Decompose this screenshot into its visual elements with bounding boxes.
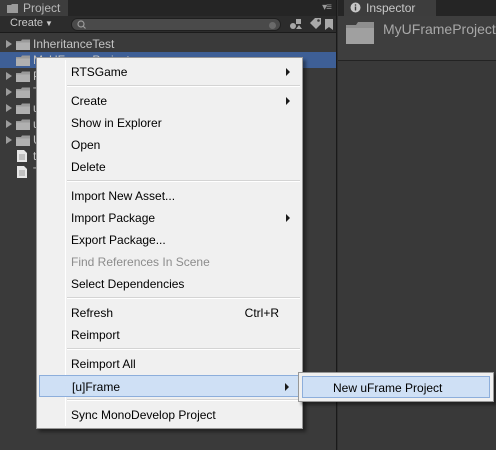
filter-saved-icon[interactable] bbox=[324, 17, 334, 31]
menu-separator bbox=[67, 348, 300, 350]
menu-item-find-references-in-scene: Find References In Scene bbox=[39, 251, 300, 273]
expand-arrow-icon[interactable] bbox=[6, 104, 12, 112]
expand-arrow-icon[interactable] bbox=[6, 120, 12, 128]
search-icon bbox=[77, 20, 86, 29]
filter-by-type-icon[interactable] bbox=[289, 17, 303, 31]
menu-item-rtsgame[interactable]: RTSGame bbox=[39, 61, 300, 83]
inspector-header: MyUFrameProject bbox=[338, 16, 496, 61]
menu-item-label: Reimport bbox=[71, 328, 120, 342]
menu-item-create[interactable]: Create bbox=[39, 90, 300, 112]
menu-item-reimport[interactable]: Reimport bbox=[39, 324, 300, 346]
menu-item-label: New uFrame Project bbox=[333, 381, 443, 395]
search-input[interactable] bbox=[71, 18, 281, 31]
tree-row-label: InheritanceTest bbox=[33, 37, 115, 51]
menu-item-label: Select Dependencies bbox=[71, 277, 185, 291]
panel-menu-icon[interactable]: ▾≡ bbox=[322, 2, 332, 13]
menu-item-new-uframe-project[interactable]: New uFrame Project bbox=[302, 376, 490, 398]
expand-arrow-icon[interactable] bbox=[6, 88, 12, 96]
folder-icon bbox=[16, 119, 30, 130]
tab-inspector[interactable]: Inspector bbox=[344, 0, 436, 16]
menu-item-label: Show in Explorer bbox=[71, 116, 162, 130]
folder-icon bbox=[16, 135, 30, 146]
menu-item-label: Open bbox=[71, 138, 101, 152]
menu-item-import-package[interactable]: Import Package bbox=[39, 207, 300, 229]
file-icon bbox=[17, 150, 27, 162]
tab-inspector-label: Inspector bbox=[366, 1, 416, 15]
tab-project[interactable]: Project bbox=[0, 0, 69, 16]
menu-item-open[interactable]: Open bbox=[39, 134, 300, 156]
chevron-down-icon: ▼ bbox=[45, 19, 53, 28]
menu-separator bbox=[67, 85, 300, 87]
menu-item-label: Import New Asset... bbox=[71, 189, 176, 203]
file-icon bbox=[17, 166, 27, 178]
asset-name: MyUFrameProject bbox=[383, 21, 496, 37]
submenu-arrow-icon bbox=[285, 383, 289, 391]
search-cancel-icon[interactable] bbox=[269, 22, 276, 29]
folder-icon bbox=[7, 4, 18, 13]
menu-item-select-dependencies[interactable]: Select Dependencies bbox=[39, 273, 300, 295]
submenu-arrow-icon bbox=[286, 97, 290, 105]
menu-item-label: Create bbox=[71, 94, 108, 108]
menu-separator bbox=[67, 399, 300, 401]
folder-icon bbox=[16, 71, 30, 82]
inspector-tabbar: Inspector bbox=[338, 0, 496, 16]
menu-item-u-frame[interactable]: [u]Frame bbox=[39, 375, 300, 397]
menu-item-reimport-all[interactable]: Reimport All bbox=[39, 353, 300, 375]
info-icon bbox=[350, 2, 361, 13]
menu-item-label: Sync MonoDevelop Project bbox=[71, 408, 216, 422]
menu-item-shortcut: Ctrl+R bbox=[244, 306, 279, 320]
menu-item-export-package[interactable]: Export Package... bbox=[39, 229, 300, 251]
menu-item-import-new-asset[interactable]: Import New Asset... bbox=[39, 185, 300, 207]
menu-item-sync-monodevelop-project[interactable]: Sync MonoDevelop Project bbox=[39, 404, 300, 426]
menu-item-refresh[interactable]: Refresh Ctrl+R bbox=[39, 302, 300, 324]
unity-editor: Project ▾≡ Create ▼ InheritanceTest t In… bbox=[0, 0, 496, 450]
folder-icon bbox=[16, 39, 30, 50]
menu-item-label: [u]Frame bbox=[72, 380, 121, 394]
menu-item-label: Export Package... bbox=[71, 233, 166, 247]
submenu-arrow-icon bbox=[286, 68, 290, 76]
menu-separator bbox=[67, 180, 300, 182]
menu-item-label: Delete bbox=[71, 160, 106, 174]
menu-item-show-in-explorer[interactable]: Show in Explorer bbox=[39, 112, 300, 134]
filter-by-label-icon[interactable] bbox=[309, 17, 323, 31]
folder-icon bbox=[16, 87, 30, 98]
folder-icon bbox=[346, 22, 374, 44]
folder-icon bbox=[16, 55, 30, 66]
expand-arrow-icon[interactable] bbox=[6, 40, 12, 48]
project-tabbar: Project ▾≡ bbox=[0, 0, 336, 16]
submenu-arrow-icon bbox=[286, 214, 290, 222]
menu-item-label: Find References In Scene bbox=[71, 255, 210, 269]
expand-arrow-icon[interactable] bbox=[6, 136, 12, 144]
expand-arrow-icon[interactable] bbox=[6, 72, 12, 80]
create-label: Create bbox=[10, 17, 44, 29]
create-button[interactable]: Create ▼ bbox=[6, 17, 57, 31]
menu-item-delete[interactable]: Delete bbox=[39, 156, 300, 178]
tree-row[interactable]: InheritanceTest bbox=[0, 36, 336, 52]
tab-project-label: Project bbox=[23, 1, 61, 15]
folder-icon bbox=[16, 103, 30, 114]
menu-item-label: Import Package bbox=[71, 211, 156, 225]
menu-item-label: RTSGame bbox=[71, 65, 128, 79]
menu-item-label: Reimport All bbox=[71, 357, 136, 371]
menu-separator bbox=[67, 297, 300, 299]
menu-item-label: Refresh bbox=[71, 306, 114, 320]
project-toolbar: Create ▼ bbox=[0, 16, 336, 33]
uframe-submenu: New uFrame Project bbox=[298, 372, 494, 402]
context-menu: RTSGame Create Show in Explorer Open Delete I… bbox=[36, 57, 303, 429]
